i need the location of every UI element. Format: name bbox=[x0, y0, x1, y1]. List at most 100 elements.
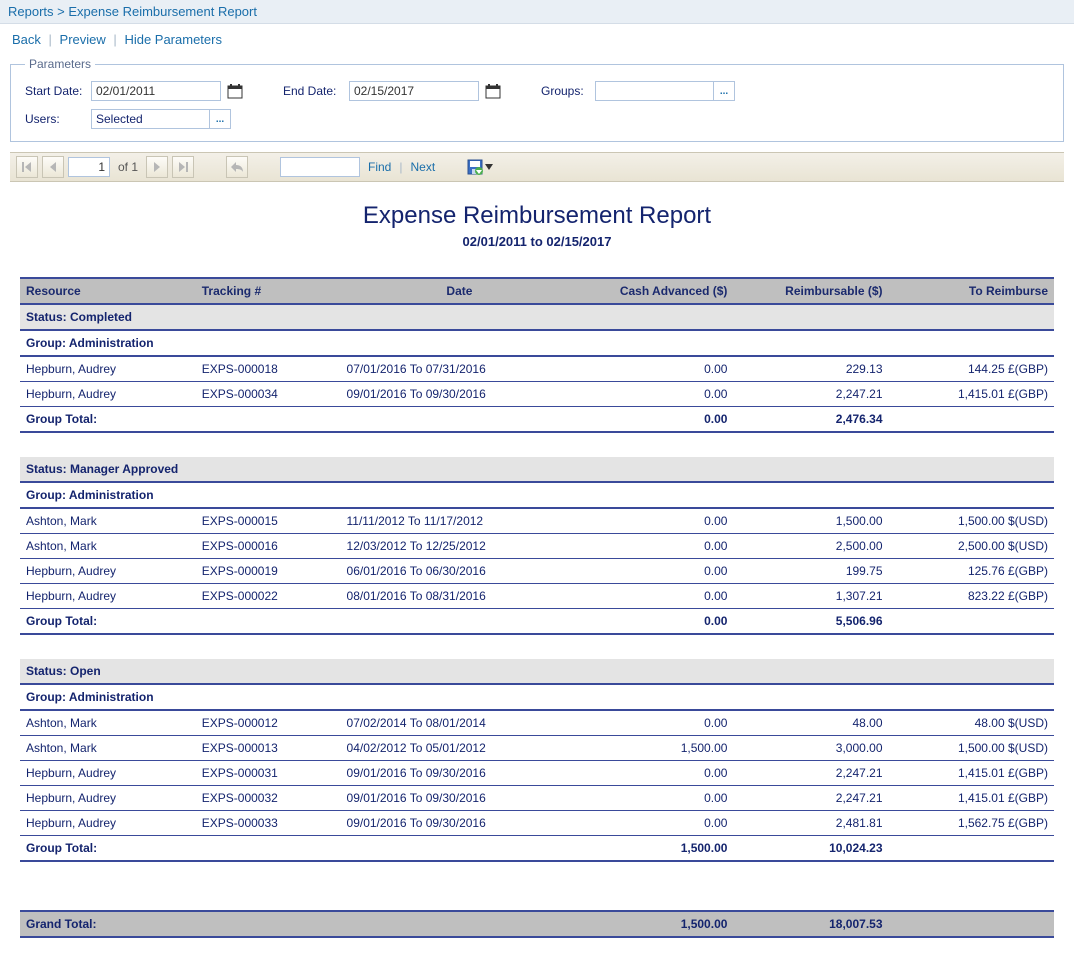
group-total-reimb: 2,476.34 bbox=[733, 407, 888, 433]
cell-date: 09/01/2016 To 09/30/2016 bbox=[341, 761, 579, 786]
group-total-row: Group Total:0.005,506.96 bbox=[20, 609, 1054, 635]
group-row: Group: Administration bbox=[20, 684, 1054, 710]
group-total-cash: 0.00 bbox=[578, 407, 733, 433]
groups-select[interactable]: ... bbox=[595, 81, 735, 101]
grand-total-row: Grand Total: 1,500.00 18,007.53 bbox=[20, 911, 1054, 937]
table-row: Hepburn, AudreyEXPS-00001906/01/2016 To … bbox=[20, 559, 1054, 584]
group-row: Group: Administration bbox=[20, 330, 1054, 356]
col-tracking: Tracking # bbox=[196, 278, 341, 304]
cell-reimb: 229.13 bbox=[733, 356, 888, 382]
start-date-label: Start Date: bbox=[25, 84, 87, 98]
grand-total-cash: 1,500.00 bbox=[578, 911, 733, 937]
group-total-reimb: 5,506.96 bbox=[733, 609, 888, 635]
parameters-fieldset: Parameters Start Date: End Date: Groups:… bbox=[10, 57, 1064, 142]
cell-toreimb: 144.25 £(GBP) bbox=[889, 356, 1054, 382]
cell-resource: Ashton, Mark bbox=[20, 736, 196, 761]
cell-toreimb: 1,500.00 $(USD) bbox=[889, 508, 1054, 534]
page-number-input[interactable] bbox=[68, 157, 110, 177]
cell-tracking: EXPS-000012 bbox=[196, 710, 341, 736]
cell-cash: 0.00 bbox=[578, 710, 733, 736]
parameters-legend: Parameters bbox=[25, 57, 95, 71]
cell-cash: 0.00 bbox=[578, 508, 733, 534]
group-total-row: Group Total:0.002,476.34 bbox=[20, 407, 1054, 433]
cell-resource: Hepburn, Audrey bbox=[20, 811, 196, 836]
group-total-toreimb bbox=[889, 609, 1054, 635]
cell-reimb: 2,500.00 bbox=[733, 534, 888, 559]
group-total-label: Group Total: bbox=[20, 836, 578, 862]
end-date-input[interactable] bbox=[349, 81, 479, 101]
col-date: Date bbox=[341, 278, 579, 304]
prev-page-button[interactable] bbox=[42, 156, 64, 178]
cell-date: 09/01/2016 To 09/30/2016 bbox=[341, 382, 579, 407]
cell-cash: 1,500.00 bbox=[578, 736, 733, 761]
start-date-input[interactable] bbox=[91, 81, 221, 101]
users-label: Users: bbox=[25, 112, 87, 126]
breadcrumb: Reports > Expense Reimbursement Report bbox=[0, 0, 1074, 24]
cell-reimb: 2,247.21 bbox=[733, 382, 888, 407]
cell-resource: Hepburn, Audrey bbox=[20, 786, 196, 811]
cell-tracking: EXPS-000022 bbox=[196, 584, 341, 609]
report-title: Expense Reimbursement Report bbox=[20, 202, 1054, 230]
users-browse-icon[interactable]: ... bbox=[209, 110, 230, 128]
report-viewer-toolbar: of 1 Find | Next bbox=[10, 152, 1064, 182]
group-label: Group: Administration bbox=[20, 684, 1054, 710]
cell-cash: 0.00 bbox=[578, 811, 733, 836]
cell-resource: Ashton, Mark bbox=[20, 710, 196, 736]
find-next-link[interactable]: Next bbox=[410, 160, 435, 174]
cell-resource: Ashton, Mark bbox=[20, 508, 196, 534]
status-label: Status: Manager Approved bbox=[20, 457, 1054, 482]
export-button[interactable] bbox=[467, 159, 493, 175]
breadcrumb-root[interactable]: Reports bbox=[8, 4, 54, 19]
cell-cash: 0.00 bbox=[578, 584, 733, 609]
end-date-calendar-icon[interactable] bbox=[483, 81, 503, 101]
cell-date: 09/01/2016 To 09/30/2016 bbox=[341, 786, 579, 811]
end-date-label: End Date: bbox=[283, 84, 345, 98]
table-row: Hepburn, AudreyEXPS-00003309/01/2016 To … bbox=[20, 811, 1054, 836]
status-row: Status: Manager Approved bbox=[20, 457, 1054, 482]
cell-tracking: EXPS-000016 bbox=[196, 534, 341, 559]
find-input[interactable] bbox=[280, 157, 360, 177]
group-total-toreimb bbox=[889, 836, 1054, 862]
back-nav-button[interactable] bbox=[226, 156, 248, 178]
cell-reimb: 48.00 bbox=[733, 710, 888, 736]
groups-browse-icon[interactable]: ... bbox=[713, 82, 734, 100]
group-total-row: Group Total:1,500.0010,024.23 bbox=[20, 836, 1054, 862]
cell-date: 07/01/2016 To 07/31/2016 bbox=[341, 356, 579, 382]
users-select[interactable]: Selected ... bbox=[91, 109, 231, 129]
cell-toreimb: 48.00 $(USD) bbox=[889, 710, 1054, 736]
cell-reimb: 1,307.21 bbox=[733, 584, 888, 609]
cell-reimb: 3,000.00 bbox=[733, 736, 888, 761]
action-links: Back | Preview | Hide Parameters bbox=[0, 24, 1074, 55]
col-reimb: Reimbursable ($) bbox=[733, 278, 888, 304]
cell-reimb: 2,481.81 bbox=[733, 811, 888, 836]
breadcrumb-page[interactable]: Expense Reimbursement Report bbox=[68, 4, 257, 19]
table-row: Hepburn, AudreyEXPS-00003409/01/2016 To … bbox=[20, 382, 1054, 407]
cell-date: 11/11/2012 To 11/17/2012 bbox=[341, 508, 579, 534]
cell-resource: Hepburn, Audrey bbox=[20, 584, 196, 609]
cell-toreimb: 1,500.00 $(USD) bbox=[889, 736, 1054, 761]
cell-tracking: EXPS-000031 bbox=[196, 761, 341, 786]
table-row: Ashton, MarkEXPS-00001207/02/2014 To 08/… bbox=[20, 710, 1054, 736]
find-link[interactable]: Find bbox=[368, 160, 391, 174]
cell-reimb: 199.75 bbox=[733, 559, 888, 584]
last-page-button[interactable] bbox=[172, 156, 194, 178]
cell-cash: 0.00 bbox=[578, 534, 733, 559]
preview-link[interactable]: Preview bbox=[60, 32, 106, 47]
back-link[interactable]: Back bbox=[12, 32, 41, 47]
dropdown-caret-icon bbox=[485, 164, 493, 170]
cell-tracking: EXPS-000033 bbox=[196, 811, 341, 836]
hide-parameters-link[interactable]: Hide Parameters bbox=[124, 32, 222, 47]
cell-toreimb: 1,415.01 £(GBP) bbox=[889, 761, 1054, 786]
cell-reimb: 1,500.00 bbox=[733, 508, 888, 534]
cell-resource: Hepburn, Audrey bbox=[20, 559, 196, 584]
status-label: Status: Open bbox=[20, 659, 1054, 684]
cell-reimb: 2,247.21 bbox=[733, 786, 888, 811]
cell-tracking: EXPS-000034 bbox=[196, 382, 341, 407]
col-cash: Cash Advanced ($) bbox=[578, 278, 733, 304]
cell-cash: 0.00 bbox=[578, 382, 733, 407]
table-row: Hepburn, AudreyEXPS-00002208/01/2016 To … bbox=[20, 584, 1054, 609]
cell-resource: Hepburn, Audrey bbox=[20, 382, 196, 407]
next-page-button[interactable] bbox=[146, 156, 168, 178]
first-page-button[interactable] bbox=[16, 156, 38, 178]
start-date-calendar-icon[interactable] bbox=[225, 81, 245, 101]
